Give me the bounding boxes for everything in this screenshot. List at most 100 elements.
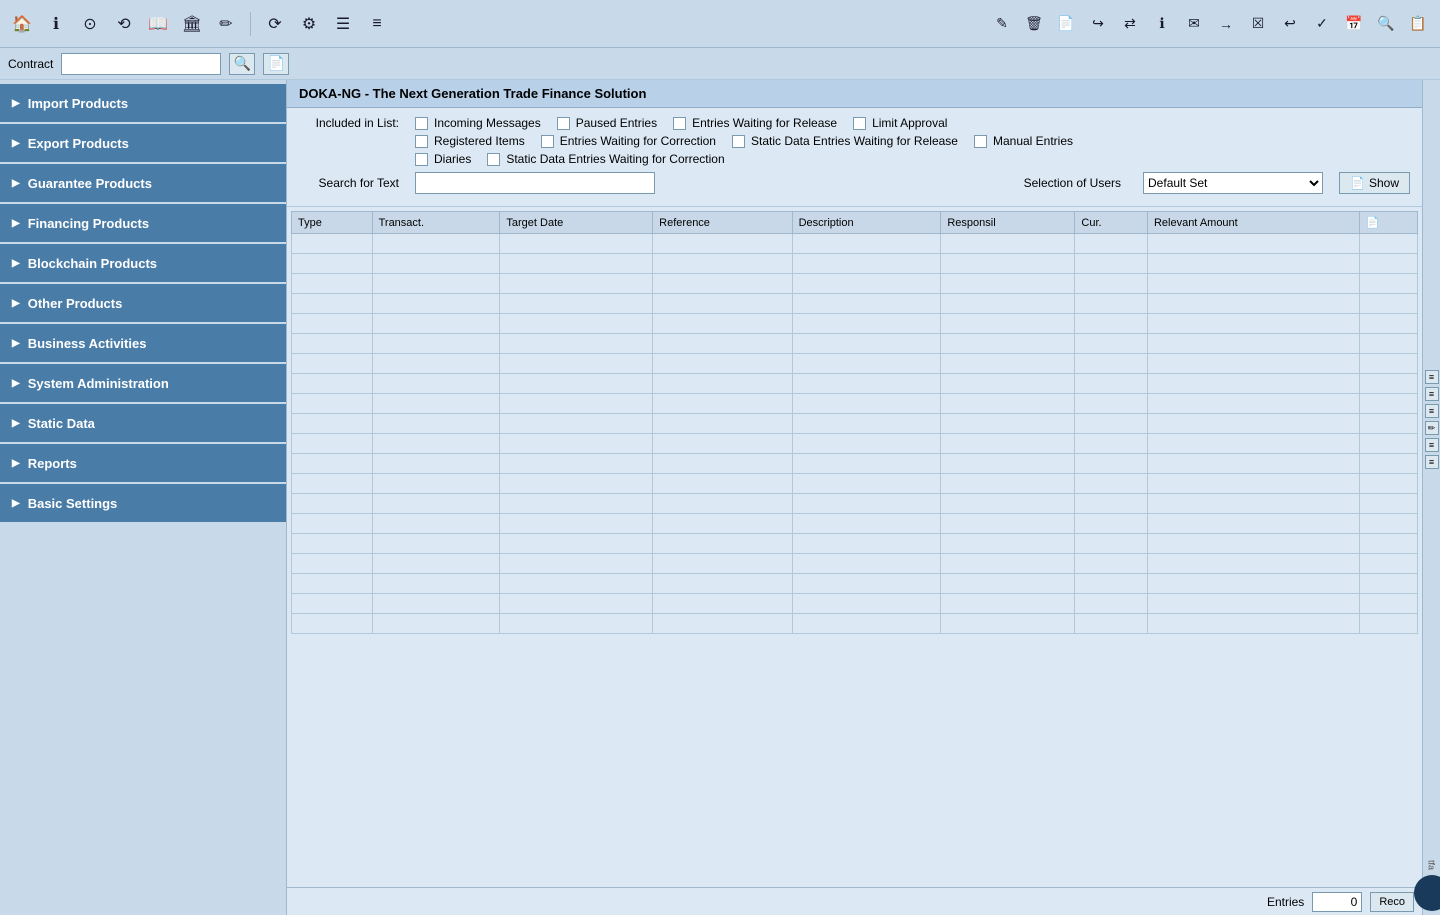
contract-search-button[interactable]: 🔍 (229, 53, 255, 75)
exchange-icon[interactable]: ⇄ (1116, 10, 1144, 38)
sidebar-item-basic-settings[interactable]: ▶ Basic Settings (0, 484, 286, 522)
arrow-icon: ▶ (12, 298, 20, 309)
arrow-icon: ▶ (12, 338, 20, 349)
book-icon[interactable]: 📖 (144, 10, 172, 38)
show-button[interactable]: 📄 Show (1339, 172, 1410, 194)
table-area: Type Transact. Target Date Reference Des… (287, 207, 1422, 887)
info2-icon[interactable]: ℹ (1148, 10, 1176, 38)
far-right-icon-4[interactable]: ✏ (1425, 421, 1439, 435)
sidebar-item-label: Static Data (28, 416, 95, 431)
sidebar-item-blockchain-products[interactable]: ▶ Blockchain Products (0, 244, 286, 282)
sidebar-item-label: Export Products (28, 136, 129, 151)
main-area: ▶ Import Products ▶ Export Products ▶ Gu… (0, 80, 1440, 915)
static-data-waiting-release-checkbox[interactable] (732, 135, 745, 148)
trash-icon[interactable]: 🗑 (1020, 10, 1048, 38)
limit-approval-checkbox[interactable] (853, 117, 866, 130)
far-right-icon-3[interactable]: ≡ (1425, 404, 1439, 418)
sidebar-item-other-products[interactable]: ▶ Other Products (0, 284, 286, 322)
reco-button[interactable]: Reco (1370, 892, 1414, 912)
table-row (292, 594, 1418, 614)
search-text-input[interactable] (415, 172, 655, 194)
table-row (292, 494, 1418, 514)
static-data-waiting-release-label: Static Data Entries Waiting for Release (751, 134, 958, 148)
sidebar-item-business-activities[interactable]: ▶ Business Activities (0, 324, 286, 362)
bottom-bar: Entries Reco (287, 887, 1422, 915)
refresh-icon[interactable]: ⟳ (261, 10, 289, 38)
table-row (292, 234, 1418, 254)
col-cur: Cur. (1075, 212, 1148, 234)
back-icon[interactable]: ↩ (1276, 10, 1304, 38)
search-icon[interactable]: 🔍 (1372, 10, 1400, 38)
far-right-icon-5[interactable]: ≡ (1425, 438, 1439, 452)
col-target-date: Target Date (500, 212, 653, 234)
toolbar-right: ✎ 🗑 📄 ↪ ⇄ ℹ ✉ → ☒ ↩ ✓ 📅 🔍 📋 (988, 10, 1432, 38)
sidebar-item-label: Guarantee Products (28, 176, 152, 191)
edit2-icon[interactable]: ✎ (988, 10, 1016, 38)
far-right-sidebar: ≡ ≡ ≡ ✏ ≡ ≡ tfa (1422, 80, 1440, 915)
copy-icon[interactable]: 📄 (1052, 10, 1080, 38)
far-right-icon-2[interactable]: ≡ (1425, 387, 1439, 401)
incoming-messages-checkbox[interactable] (415, 117, 428, 130)
info-icon[interactable]: ℹ (42, 10, 70, 38)
clip-icon[interactable]: 📋 (1404, 10, 1432, 38)
sidebar-item-label: Financing Products (28, 216, 149, 231)
diaries-checkbox[interactable] (415, 153, 428, 166)
contract-row: Contract 🔍 📄 (0, 48, 1440, 80)
checkbox-incoming-messages: Incoming Messages (415, 116, 541, 130)
table-row (292, 394, 1418, 414)
entries-waiting-release-checkbox[interactable] (673, 117, 686, 130)
limit-approval-label: Limit Approval (872, 116, 947, 130)
edit-icon[interactable]: ✏ (212, 10, 240, 38)
list-icon[interactable]: ☰ (329, 10, 357, 38)
table-row (292, 294, 1418, 314)
arrow-right-icon[interactable]: → (1212, 10, 1240, 38)
far-right-icon-1[interactable]: ≡ (1425, 370, 1439, 384)
sidebar-item-guarantee-products[interactable]: ▶ Guarantee Products (0, 164, 286, 202)
home-icon[interactable]: 🏠 (8, 10, 36, 38)
forward-icon[interactable]: ↪ (1084, 10, 1112, 38)
entries-input[interactable] (1312, 892, 1362, 912)
filter-row-2: Registered Items Entries Waiting for Cor… (299, 134, 1410, 148)
top-toolbar: 🏠 ℹ ⊙ ⟲ 📖 🏛 ✏ ⟳ ⚙ ☰ ≡ ✎ 🗑 📄 ↪ ⇄ ℹ ✉ → ☒ … (0, 0, 1440, 48)
sidebar-item-export-products[interactable]: ▶ Export Products (0, 124, 286, 162)
checkbox-registered-items: Registered Items (415, 134, 525, 148)
included-in-list-label: Included in List: (299, 116, 399, 130)
col-responsil: Responsil (941, 212, 1075, 234)
calendar-icon[interactable]: 📅 (1340, 10, 1368, 38)
filter-row-search: Search for Text Selection of Users Defau… (299, 172, 1410, 194)
table-row (292, 454, 1418, 474)
target-icon[interactable]: ⊙ (76, 10, 104, 38)
sidebar: ▶ Import Products ▶ Export Products ▶ Gu… (0, 80, 286, 915)
entries-waiting-release-label: Entries Waiting for Release (692, 116, 837, 130)
checkbox-diaries: Diaries (415, 152, 471, 166)
far-right-icon-6[interactable]: ≡ (1425, 455, 1439, 469)
gear-icon[interactable]: ⚙ (295, 10, 323, 38)
sidebar-item-reports[interactable]: ▶ Reports (0, 444, 286, 482)
static-data-waiting-correction-checkbox[interactable] (487, 153, 500, 166)
entries-waiting-correction-checkbox[interactable] (541, 135, 554, 148)
building-icon[interactable]: 🏛 (178, 10, 206, 38)
table-row (292, 474, 1418, 494)
mail-icon[interactable]: ✉ (1180, 10, 1208, 38)
arrow-icon: ▶ (12, 378, 20, 389)
search-for-text-label: Search for Text (299, 176, 399, 190)
table-header-row: Type Transact. Target Date Reference Des… (292, 212, 1418, 234)
close-box-icon[interactable]: ☒ (1244, 10, 1272, 38)
contract-input[interactable] (61, 53, 221, 75)
check-icon[interactable]: ✓ (1308, 10, 1336, 38)
checkbox-static-data-waiting-release: Static Data Entries Waiting for Release (732, 134, 958, 148)
refresh-left-icon[interactable]: ⟲ (110, 10, 138, 38)
sidebar-item-static-data[interactable]: ▶ Static Data (0, 404, 286, 442)
manual-entries-checkbox[interactable] (974, 135, 987, 148)
selection-users-select[interactable]: Default Set All Users Custom (1143, 172, 1323, 194)
registered-items-checkbox[interactable] (415, 135, 428, 148)
registered-items-label: Registered Items (434, 134, 525, 148)
contract-new-button[interactable]: 📄 (263, 53, 289, 75)
sidebar-item-import-products[interactable]: ▶ Import Products (0, 84, 286, 122)
sidebar-item-system-administration[interactable]: ▶ System Administration (0, 364, 286, 402)
sidebar-item-financing-products[interactable]: ▶ Financing Products (0, 204, 286, 242)
list2-icon[interactable]: ≡ (363, 10, 391, 38)
checkbox-entries-waiting-release: Entries Waiting for Release (673, 116, 837, 130)
arrow-icon: ▶ (12, 418, 20, 429)
paused-entries-checkbox[interactable] (557, 117, 570, 130)
